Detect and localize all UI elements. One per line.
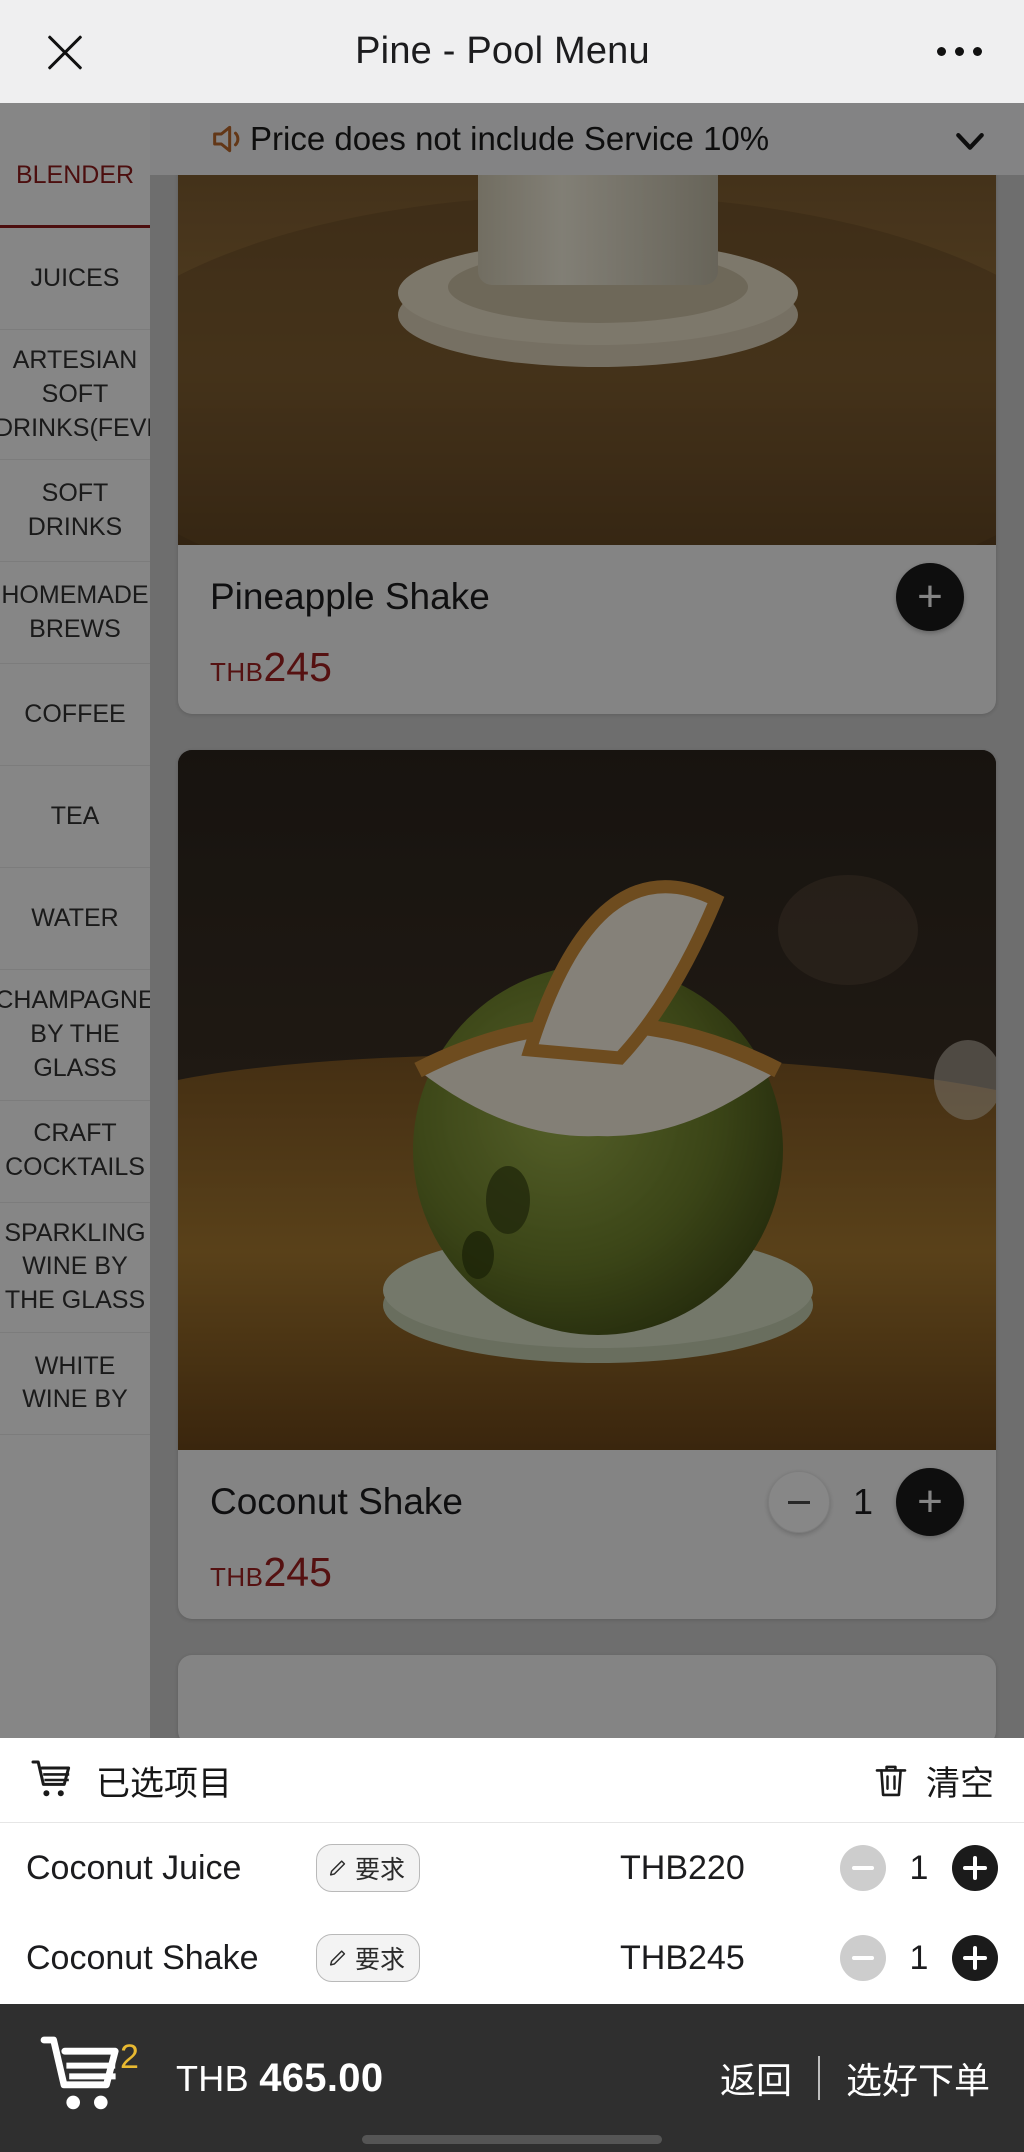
more-dot	[955, 47, 964, 56]
sidebar-item-label: TEA	[50, 801, 100, 830]
special-request-label: 要求	[355, 1856, 406, 1884]
sidebar-item-label: SOFT DRINKS	[27, 479, 123, 541]
menu-item-price: THB245	[210, 647, 964, 688]
menu-item-name: Pineapple Shake	[210, 576, 490, 617]
clear-cart-button[interactable]: 清空	[870, 1756, 994, 1805]
cart-item-name: Coconut Juice	[26, 1848, 242, 1887]
currency-label: THB	[210, 1562, 264, 1592]
category-sidebar[interactable]: BLENDER JUICES ARTESIAN SOFT DRINKS(FEVE…	[0, 103, 150, 1738]
sidebar-item-label: WHITE WINE BY	[22, 1351, 128, 1414]
sidebar-item-white-wine-by[interactable]: WHITE WINE BY	[0, 1333, 150, 1435]
increase-quantity-button[interactable]	[952, 1845, 998, 1891]
quantity-value: 1	[909, 1848, 929, 1887]
sidebar-item-sparkling-wine-by-the-glass[interactable]: SPARKLING WINE BY THE GLASS	[0, 1203, 150, 1333]
quantity-value: 1	[852, 1481, 874, 1522]
special-request-label: 要求	[355, 1946, 406, 1974]
total-currency: THB	[176, 2057, 249, 2099]
service-notice-bar[interactable]: Price does not include Service 10%	[0, 103, 1024, 175]
cart-count-badge: 2	[120, 2038, 139, 2076]
more-dot	[973, 47, 982, 56]
close-icon[interactable]	[38, 25, 92, 79]
sidebar-item-label: WATER	[31, 903, 119, 932]
quantity-stepper[interactable]: 1	[768, 1468, 964, 1536]
sidebar-item-artesian-soft-drinks[interactable]: ARTESIAN SOFT DRINKS(FEVE	[0, 330, 150, 461]
decrease-quantity-button[interactable]	[840, 1845, 886, 1891]
menu-item-name: Coconut Shake	[210, 1481, 464, 1522]
selected-items-sheet: 已选项目 清空 Coconut Juice 要求 THB220 1 Coconu…	[0, 1738, 1024, 2004]
menu-card-body: Coconut Shake 1 THB245	[178, 1450, 996, 1619]
sidebar-item-soft-drinks[interactable]: SOFT DRINKS	[0, 460, 150, 563]
sidebar-item-coffee[interactable]: COFFEE	[0, 664, 150, 767]
cart-row[interactable]: Coconut Shake 要求 THB245 1	[0, 1913, 1024, 2003]
sidebar-item-label: BLENDER	[15, 160, 135, 189]
cart-row[interactable]: Coconut Juice 要求 THB220 1	[0, 1823, 1024, 1913]
sidebar-item-craft-cocktails[interactable]: CRAFT COCKTAILS	[0, 1101, 150, 1203]
cart-total: THB 465.00	[176, 2056, 383, 2101]
more-dot	[937, 47, 946, 56]
menu-item-price: THB245	[210, 1552, 964, 1593]
decrease-quantity-button[interactable]	[768, 1471, 830, 1533]
menu-card-pineapple-shake[interactable]: Pineapple Shake THB245	[178, 103, 996, 714]
sidebar-item-blender[interactable]: BLENDER	[0, 126, 150, 228]
sidebar-item-water[interactable]: WATER	[0, 868, 150, 971]
cart-quantity-stepper[interactable]: 1	[840, 1935, 998, 1981]
sidebar-item-tea[interactable]: TEA	[0, 766, 150, 869]
clear-cart-label: 清空	[926, 1764, 994, 1803]
home-indicator	[362, 2135, 662, 2144]
sidebar-item-label: CRAFT COCKTAILS	[5, 1119, 145, 1181]
back-button[interactable]: 返回	[720, 2052, 792, 2104]
cart-quantity-stepper[interactable]: 1	[840, 1845, 998, 1891]
action-divider	[817, 2056, 820, 2100]
menu-item-list[interactable]: Pineapple Shake THB245	[150, 103, 1024, 1738]
total-amount: 465.00	[259, 2055, 384, 2100]
menu-card-partial[interactable]	[178, 1655, 996, 1738]
increase-quantity-button[interactable]	[952, 1935, 998, 1981]
sidebar-item-label: COFFEE	[24, 699, 126, 728]
menu-card-body: Pineapple Shake THB245	[178, 545, 996, 714]
sidebar-item-label: HOMEMADE BREWS	[1, 581, 149, 643]
add-item-button[interactable]	[896, 563, 964, 631]
menu-card-coconut-shake[interactable]: Coconut Shake 1 THB245	[178, 750, 996, 1619]
place-order-button[interactable]: 选好下单	[846, 2052, 990, 2104]
checkout-bar: 2 THB 465.00 返回 选好下单	[0, 2004, 1024, 2152]
cart-button[interactable]: 2	[34, 2032, 154, 2124]
price-value: 245	[263, 644, 332, 690]
special-request-chip[interactable]: 要求	[316, 1934, 421, 1982]
price-value: 245	[263, 1549, 332, 1595]
trash-icon	[875, 1765, 907, 1797]
currency-label: THB	[210, 657, 264, 687]
sidebar-item-juices[interactable]: JUICES	[0, 228, 150, 330]
special-request-chip[interactable]: 要求	[316, 1844, 421, 1892]
app-root: Pine - Pool Menu BLENDER JUICES ARTESIAN…	[0, 0, 1024, 2152]
chevron-down-icon[interactable]	[950, 121, 990, 161]
coconut-shake-photo	[178, 750, 996, 1450]
pencil-icon	[329, 1860, 346, 1876]
selected-items-title: 已选项目	[96, 1764, 232, 1803]
menu-content: BLENDER JUICES ARTESIAN SOFT DRINKS(FEVE…	[0, 103, 1024, 1738]
page-title: Pine - Pool Menu	[355, 30, 650, 72]
cart-item-name: Coconut Shake	[26, 1938, 259, 1977]
speaker-icon	[213, 125, 240, 153]
sidebar-item-label: JUICES	[30, 263, 120, 292]
selected-items-header: 已选项目 清空	[0, 1738, 1024, 1823]
shopping-cart-icon	[31, 1760, 71, 1797]
title-bar: Pine - Pool Menu	[0, 0, 1024, 103]
pencil-icon	[329, 1950, 346, 1966]
sidebar-item-champagne-by-the-glass[interactable]: CHAMPAGNE BY THE GLASS	[0, 970, 150, 1101]
sidebar-item-homemade-brews[interactable]: HOMEMADE BREWS	[0, 562, 150, 665]
sidebar-item-label: SPARKLING WINE BY THE GLASS	[4, 1218, 146, 1315]
cart-item-price: THB220	[620, 1848, 745, 1887]
sidebar-item-label: CHAMPAGNE BY THE GLASS	[0, 986, 150, 1082]
notice-text: Price does not include Service 10%	[250, 120, 770, 157]
decrease-quantity-button[interactable]	[840, 1935, 886, 1981]
sidebar-item-label: ARTESIAN SOFT DRINKS(FEVE	[0, 346, 150, 442]
cart-item-price: THB245	[620, 1938, 745, 1977]
quantity-value: 1	[909, 1938, 929, 1977]
more-options-icon[interactable]	[933, 33, 986, 70]
increase-quantity-button[interactable]	[896, 1468, 964, 1536]
